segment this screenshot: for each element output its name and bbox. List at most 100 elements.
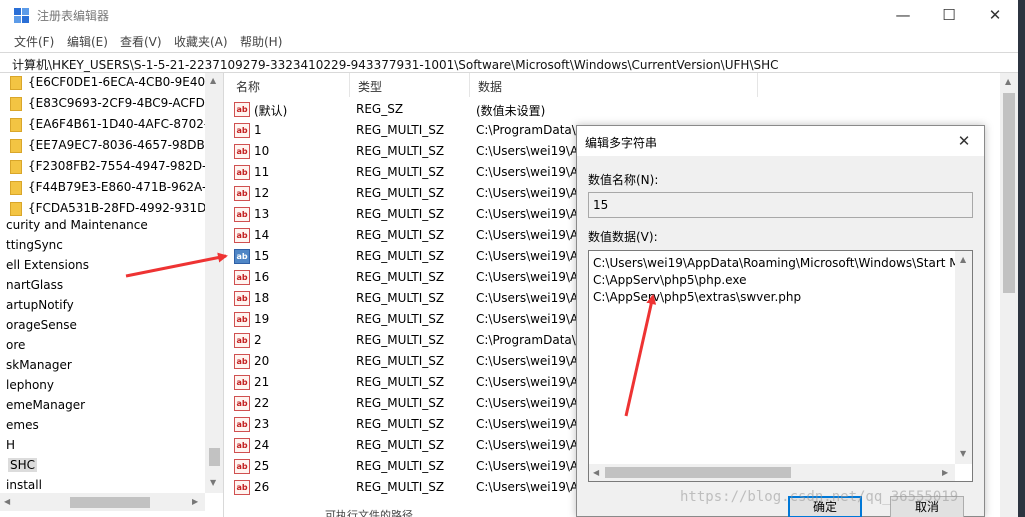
tree-item-label: emes xyxy=(6,418,39,432)
tree-item[interactable]: H xyxy=(0,436,205,456)
maximize-button[interactable]: ☐ xyxy=(926,0,972,30)
value-type: REG_MULTI_SZ xyxy=(356,396,445,410)
tree-item[interactable]: emeManager xyxy=(0,396,205,416)
tree-item[interactable]: {F2308FB2-7554-4947-982D-43 xyxy=(0,157,205,177)
tree-item[interactable]: lephony xyxy=(0,376,205,396)
value-name: 22 xyxy=(254,396,270,410)
tree-vertical-scrollbar[interactable]: ▲ ▼ xyxy=(205,73,223,493)
value-name-field[interactable]: 15 xyxy=(588,192,973,218)
value-data: C:\Users\wei19\A xyxy=(476,270,579,284)
scroll-up-icon[interactable]: ▲ xyxy=(210,76,216,85)
tree-item[interactable]: {E6CF0DE1-6ECA-4CB0-9E40-B xyxy=(0,73,205,93)
value-type: REG_MULTI_SZ xyxy=(356,354,445,368)
menu-view[interactable]: 查看(V) xyxy=(120,33,162,50)
scroll-up-icon[interactable]: ▲ xyxy=(960,255,966,264)
list-vertical-scrollbar[interactable]: ▲ xyxy=(1000,73,1018,517)
folder-icon xyxy=(10,118,22,132)
tree-item[interactable]: {E83C9693-2CF9-4BC9-ACFD-0 xyxy=(0,94,205,114)
edit-multi-string-dialog: 编辑多字符串 ✕ 数值名称(N): 15 数值数据(V): C:\Users\w… xyxy=(576,125,985,517)
value-data-label: 数值数据(V): xyxy=(588,230,658,244)
value-name: 19 xyxy=(254,312,270,326)
tree-item-label: nartGlass xyxy=(6,278,64,292)
value-data: (数值未设置) xyxy=(476,104,546,118)
value-type: REG_SZ xyxy=(356,102,404,116)
address-path[interactable]: 计算机\HKEY_USERS\S-1-5-21-2237109279-33234… xyxy=(12,56,779,73)
textarea-horizontal-scrollbar[interactable]: ◀ ▶ xyxy=(589,464,955,481)
list-vertical-scroll-thumb[interactable] xyxy=(1003,93,1015,293)
tree-item[interactable]: artupNotify xyxy=(0,296,205,316)
column-header-data[interactable]: 数据 xyxy=(470,73,758,97)
scroll-up-icon[interactable]: ▲ xyxy=(1005,77,1011,86)
tree-item[interactable]: orageSense xyxy=(0,316,205,336)
string-value-icon: ab xyxy=(234,480,250,495)
textarea-horizontal-scroll-thumb[interactable] xyxy=(605,467,791,478)
value-type: REG_MULTI_SZ xyxy=(356,459,445,473)
dialog-title: 编辑多字符串 xyxy=(585,136,658,150)
minimize-button[interactable]: — xyxy=(880,0,926,30)
tree-item-label: {F2308FB2-7554-4947-982D-43 xyxy=(28,159,205,173)
key-tree-pane[interactable]: {E6CF0DE1-6ECA-4CB0-9E40-B {E83C9693-2CF… xyxy=(0,73,224,517)
string-value-icon: ab xyxy=(234,312,250,327)
textarea-vertical-scrollbar[interactable]: ▲ ▼ xyxy=(955,251,972,464)
menu-help[interactable]: 帮助(H) xyxy=(240,33,282,50)
menu-file[interactable]: 文件(F) xyxy=(14,33,54,50)
value-type: REG_MULTI_SZ xyxy=(356,165,445,179)
dialog-close-button[interactable]: ✕ xyxy=(949,130,979,152)
close-button[interactable]: ✕ xyxy=(972,0,1018,30)
tree-item-label: ell Extensions xyxy=(6,258,90,272)
tree-item[interactable]: {F44B79E3-E860-471B-962A-0F xyxy=(0,178,205,198)
tree-item[interactable]: {EA6F4B61-1D40-4AFC-8702-C xyxy=(0,115,205,135)
tree-item-label: orageSense xyxy=(6,318,77,332)
value-data-textarea[interactable]: C:\Users\wei19\AppData\Roaming\Microsoft… xyxy=(588,250,973,482)
tree-item[interactable]: emes xyxy=(0,416,205,436)
string-value-icon: ab xyxy=(234,333,250,348)
value-name: 16 xyxy=(254,270,270,284)
window-title: 注册表编辑器 xyxy=(37,9,110,23)
scroll-right-icon[interactable]: ▶ xyxy=(942,468,948,477)
scroll-left-icon[interactable]: ◀ xyxy=(4,497,10,506)
value-type: REG_MULTI_SZ xyxy=(356,438,445,452)
value-data: C:\Users\wei19\A xyxy=(476,165,579,179)
tree-item[interactable]: ttingSync xyxy=(0,236,205,256)
value-type: REG_MULTI_SZ xyxy=(356,186,445,200)
tree-item-label: {EE7A9EC7-8036-4657-98DB-E xyxy=(28,138,205,152)
tree-item-selected-shc[interactable]: SHC xyxy=(0,456,205,476)
string-value-icon: ab xyxy=(234,375,250,390)
scroll-down-icon[interactable]: ▼ xyxy=(960,449,966,458)
value-data: C:\Users\wei19\A xyxy=(476,312,579,326)
value-row[interactable]: ab (默认) REG_SZ (数值未设置) xyxy=(228,99,998,120)
string-value-icon: ab xyxy=(234,396,250,411)
menu-bar: 文件(F) 编辑(E) 查看(V) 收藏夹(A) 帮助(H) xyxy=(0,30,1025,52)
tree-item-label: {E83C9693-2CF9-4BC9-ACFD-0 xyxy=(28,96,205,110)
value-name: 2 xyxy=(254,333,262,347)
menu-favorites[interactable]: 收藏夹(A) xyxy=(174,33,228,50)
menu-edit[interactable]: 编辑(E) xyxy=(67,33,108,50)
column-header-type[interactable]: 类型 xyxy=(350,73,470,97)
tree-vertical-scroll-thumb[interactable] xyxy=(209,448,220,466)
tree-item[interactable]: ell Extensions xyxy=(0,256,205,276)
column-header-name[interactable]: 名称 xyxy=(228,73,350,97)
tree-item-label: artupNotify xyxy=(6,298,74,312)
scroll-right-icon[interactable]: ▶ xyxy=(192,497,198,506)
tree-item[interactable]: nartGlass xyxy=(0,276,205,296)
tree-item-label: install xyxy=(6,478,42,492)
value-data: C:\ProgramData\ xyxy=(476,333,576,347)
value-name: 14 xyxy=(254,228,270,242)
scroll-down-icon[interactable]: ▼ xyxy=(210,478,216,487)
address-bar[interactable]: 计算机\HKEY_USERS\S-1-5-21-2237109279-33234… xyxy=(0,52,1018,73)
string-value-icon: ab xyxy=(234,438,250,453)
value-type: REG_MULTI_SZ xyxy=(356,249,445,263)
value-type: REG_MULTI_SZ xyxy=(356,291,445,305)
tree-horizontal-scrollbar[interactable]: ◀ ▶ xyxy=(0,493,205,511)
tree-item[interactable]: curity and Maintenance xyxy=(0,216,205,236)
tree-item-label: ore xyxy=(6,338,26,352)
status-bar-text: 可执行文件的路径 xyxy=(325,509,413,517)
tree-item[interactable]: {EE7A9EC7-8036-4657-98DB-E xyxy=(0,136,205,156)
tree-item[interactable]: ore xyxy=(0,336,205,356)
tree-item[interactable]: skManager xyxy=(0,356,205,376)
folder-icon xyxy=(10,181,22,195)
scroll-left-icon[interactable]: ◀ xyxy=(593,468,599,477)
string-value-icon: ab xyxy=(234,354,250,369)
tree-item-label: skManager xyxy=(6,358,72,372)
tree-horizontal-scroll-thumb[interactable] xyxy=(70,497,150,508)
